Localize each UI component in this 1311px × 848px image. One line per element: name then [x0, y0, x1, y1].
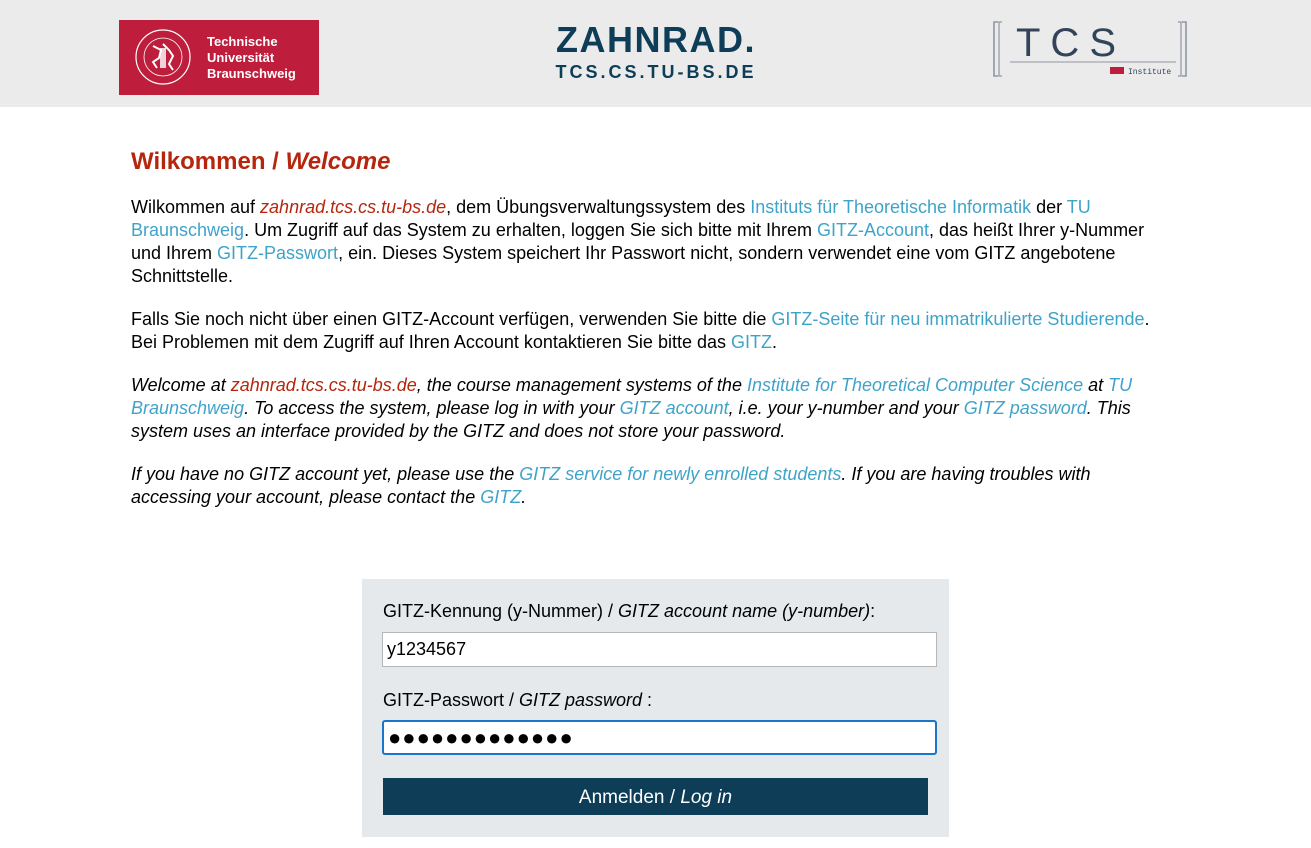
tu-logo-line-1: Technische — [207, 34, 278, 49]
text: Wilkommen auf — [131, 197, 261, 217]
login-button-en: Log in — [680, 787, 733, 808]
text: . To access the system, please log in wi… — [244, 398, 620, 418]
welcome-content: Wilkommen / Welcome Wilkommen auf zahnra… — [131, 146, 1171, 529]
tu-logo-line-2: Universität — [207, 50, 275, 65]
page-title-de: Wilkommen / — [131, 148, 286, 175]
institute-link[interactable]: Instituts für Theoretische Informatik — [750, 197, 1031, 217]
gitz-new-students-link[interactable]: GITZ service for newly enrolled students — [519, 464, 841, 484]
password-label-de: GITZ-Passwort / — [383, 690, 520, 710]
site-title[interactable]: ZAHNRAD. TCS.CS.TU-BS.DE — [546, 20, 766, 84]
site-title-domain: TCS.CS.TU-BS.DE — [555, 62, 757, 82]
tu-logo-text: Technische Universität Braunschweig — [207, 34, 296, 82]
username-input[interactable] — [382, 632, 937, 667]
gitz-account-link[interactable]: GITZ-Account — [817, 220, 929, 240]
text: Falls Sie noch nicht über einen GITZ-Acc… — [131, 309, 772, 329]
intro-paragraph-en: Welcome at zahnrad.tcs.cs.tu-bs.de, the … — [131, 374, 1171, 443]
username-label: GITZ-Kennung (y-Nummer) / GITZ account n… — [383, 600, 875, 622]
text: , i.e. your y-number and your — [728, 398, 964, 418]
username-label-colon: : — [870, 601, 876, 621]
password-label: GITZ-Passwort / GITZ password : — [383, 689, 652, 711]
text: If you have no GITZ account yet, please … — [131, 464, 520, 484]
password-label-colon: : — [642, 690, 653, 710]
text: der — [1031, 197, 1067, 217]
text: at — [1083, 375, 1109, 395]
username-label-en: GITZ account name (y-number) — [618, 601, 871, 621]
text: , dem Übungsverwaltungssystem des — [446, 197, 751, 217]
site-name: zahnrad.tcs.cs.tu-bs.de — [260, 197, 447, 217]
help-paragraph-en: If you have no GITZ account yet, please … — [131, 463, 1171, 509]
text: , the course management systems of the — [416, 375, 747, 395]
tu-seal-icon — [135, 29, 191, 85]
site-name: zahnrad.tcs.cs.tu-bs.de — [230, 375, 417, 395]
text: . — [521, 487, 527, 507]
login-button-de: Anmelden / — [578, 787, 681, 808]
text: Welcome at — [131, 375, 231, 395]
gitz-password-link[interactable]: GITZ-Passwort — [217, 243, 338, 263]
gitz-link[interactable]: GITZ — [480, 487, 521, 507]
tcs-institute-logo[interactable]: TCS Institute — [990, 18, 1194, 80]
help-paragraph-de: Falls Sie noch nicht über einen GITZ-Acc… — [131, 308, 1171, 354]
tcs-logo-subtext: Institute — [1128, 68, 1171, 77]
login-button[interactable]: Anmelden / Log in — [383, 778, 928, 815]
gitz-account-link[interactable]: GITZ account — [620, 398, 729, 418]
site-header: Technische Universität Braunschweig ZAHN… — [0, 0, 1311, 107]
tcs-logo-text: TCS — [1016, 21, 1126, 65]
password-label-en: GITZ password — [519, 690, 643, 710]
page-title-en: Welcome — [285, 148, 391, 175]
gitz-password-link[interactable]: GITZ password — [964, 398, 1087, 418]
institute-link[interactable]: Institute for Theoretical Computer Scien… — [747, 375, 1083, 395]
gitz-new-students-link[interactable]: GITZ-Seite für neu immatrikulierte Studi… — [771, 309, 1144, 329]
tu-braunschweig-logo[interactable]: Technische Universität Braunschweig — [119, 20, 319, 95]
gitz-link[interactable]: GITZ — [731, 332, 772, 352]
site-title-main: ZAHNRAD. — [556, 19, 756, 60]
tu-logo-line-3: Braunschweig — [207, 66, 296, 81]
page-title: Wilkommen / Welcome — [131, 146, 1171, 178]
username-label-de: GITZ-Kennung (y-Nummer) / — [383, 601, 619, 621]
intro-paragraph-de: Wilkommen auf zahnrad.tcs.cs.tu-bs.de, d… — [131, 196, 1171, 288]
text: . Um Zugriff auf das System zu erhalten,… — [244, 220, 817, 240]
password-input[interactable] — [382, 720, 937, 755]
login-form: GITZ-Kennung (y-Nummer) / GITZ account n… — [362, 579, 949, 837]
text: . — [772, 332, 778, 352]
